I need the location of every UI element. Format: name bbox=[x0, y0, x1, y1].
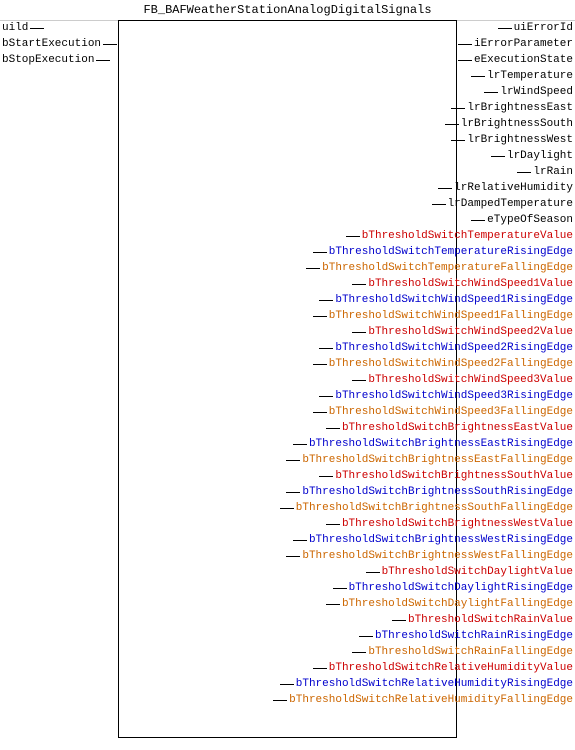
left-signals: uild bStartExecution bStopExecution bbox=[0, 20, 117, 68]
signal-bThresholdSwitchTemperatureRisingEdge: bThresholdSwitchTemperatureRisingEdge bbox=[313, 244, 575, 260]
signal-bThresholdSwitchWindSpeed1FallingEdge: bThresholdSwitchWindSpeed1FallingEdge bbox=[313, 308, 575, 324]
signal-label-uild: uild bbox=[2, 22, 28, 34]
signal-label-bStartExecution: bStartExecution bbox=[2, 38, 101, 50]
signal-lrTemperature: lrTemperature bbox=[471, 68, 575, 84]
signal-bThresholdSwitchRainValue: bThresholdSwitchRainValue bbox=[392, 612, 575, 628]
signal-eTypeOfSeason: eTypeOfSeason bbox=[471, 212, 575, 228]
signal-uild: uild bbox=[0, 20, 117, 36]
signal-bThresholdSwitchBrightnessEastFallingEdge: bThresholdSwitchBrightnessEastFallingEdg… bbox=[286, 452, 575, 468]
signal-bThresholdSwitchWindSpeed2Value: bThresholdSwitchWindSpeed2Value bbox=[352, 324, 575, 340]
right-signals: uiErrorId iErrorParameter eExecutionStat… bbox=[273, 20, 575, 708]
signal-bStopExecution: bStopExecution bbox=[0, 52, 117, 68]
signal-lrBrightnessWest: lrBrightnessWest bbox=[451, 132, 575, 148]
signal-uiErrorId: uiErrorId bbox=[498, 20, 575, 36]
signal-eExecutionState: eExecutionState bbox=[458, 52, 575, 68]
signal-bThresholdSwitchRainRisingEdge: bThresholdSwitchRainRisingEdge bbox=[359, 628, 575, 644]
signal-bThresholdSwitchWindSpeed1Value: bThresholdSwitchWindSpeed1Value bbox=[352, 276, 575, 292]
signal-bThresholdSwitchBrightnessWestValue: bThresholdSwitchBrightnessWestValue bbox=[326, 516, 575, 532]
signal-bThresholdSwitchRelativeHumidityValue: bThresholdSwitchRelativeHumidityValue bbox=[313, 660, 575, 676]
title-text: FB_BAFWeatherStationAnalogDigitalSignals bbox=[143, 3, 431, 17]
signal-bThresholdSwitchBrightnessSouthValue: bThresholdSwitchBrightnessSouthValue bbox=[319, 468, 575, 484]
signal-bThresholdSwitchWindSpeed3FallingEdge: bThresholdSwitchWindSpeed3FallingEdge bbox=[313, 404, 575, 420]
signal-lrRelativeHumidity: lrRelativeHumidity bbox=[438, 180, 575, 196]
signal-bThresholdSwitchBrightnessWestFallingEdge: bThresholdSwitchBrightnessWestFallingEdg… bbox=[286, 548, 575, 564]
signal-bThresholdSwitchDaylightRisingEdge: bThresholdSwitchDaylightRisingEdge bbox=[333, 580, 575, 596]
signal-bThresholdSwitchRainFallingEdge: bThresholdSwitchRainFallingEdge bbox=[352, 644, 575, 660]
signal-lrBrightnessEast: lrBrightnessEast bbox=[451, 100, 575, 116]
signal-label-bStopExecution: bStopExecution bbox=[2, 54, 94, 66]
signal-lrBrightnessSouth: lrBrightnessSouth bbox=[445, 116, 575, 132]
signal-bThresholdSwitchBrightnessEastValue: bThresholdSwitchBrightnessEastValue bbox=[326, 420, 575, 436]
tick-bStartExecution bbox=[103, 44, 117, 45]
signal-bThresholdSwitchDaylightFallingEdge: bThresholdSwitchDaylightFallingEdge bbox=[326, 596, 575, 612]
signal-bThresholdSwitchBrightnessSouthFallingEdge: bThresholdSwitchBrightnessSouthFallingEd… bbox=[280, 500, 575, 516]
signal-bThresholdSwitchWindSpeed2RisingEdge: bThresholdSwitchWindSpeed2RisingEdge bbox=[319, 340, 575, 356]
signal-iErrorParameter: iErrorParameter bbox=[458, 36, 575, 52]
signal-lrRain: lrRain bbox=[517, 164, 575, 180]
signal-lrWindSpeed: lrWindSpeed bbox=[484, 84, 575, 100]
signal-bThresholdSwitchRelativeHumidityFallingEdge: bThresholdSwitchRelativeHumidityFallingE… bbox=[273, 692, 575, 708]
signal-lrDampedTemperature: lrDampedTemperature bbox=[432, 196, 575, 212]
tick-bStopExecution bbox=[96, 60, 110, 61]
block-title: FB_BAFWeatherStationAnalogDigitalSignals bbox=[0, 0, 575, 21]
main-wrapper: FB_BAFWeatherStationAnalogDigitalSignals… bbox=[0, 0, 575, 740]
signal-bThresholdSwitchWindSpeed2FallingEdge: bThresholdSwitchWindSpeed2FallingEdge bbox=[313, 356, 575, 372]
signal-bThresholdSwitchTemperatureValue: bThresholdSwitchTemperatureValue bbox=[346, 228, 575, 244]
signal-lrDaylight: lrDaylight bbox=[491, 148, 575, 164]
signal-bThresholdSwitchWindSpeed3Value: bThresholdSwitchWindSpeed3Value bbox=[352, 372, 575, 388]
signal-bThresholdSwitchTemperatureFallingEdge: bThresholdSwitchTemperatureFallingEdge bbox=[306, 260, 575, 276]
signal-bThresholdSwitchWindSpeed3RisingEdge: bThresholdSwitchWindSpeed3RisingEdge bbox=[319, 388, 575, 404]
signal-bThresholdSwitchRelativeHumidityRisingEdge: bThresholdSwitchRelativeHumidityRisingEd… bbox=[280, 676, 575, 692]
signal-bThresholdSwitchWindSpeed1RisingEdge: bThresholdSwitchWindSpeed1RisingEdge bbox=[319, 292, 575, 308]
signal-bThresholdSwitchBrightnessEastRisingEdge: bThresholdSwitchBrightnessEastRisingEdge bbox=[293, 436, 575, 452]
tick-uild bbox=[30, 28, 44, 29]
signal-bThresholdSwitchDaylightValue: bThresholdSwitchDaylightValue bbox=[366, 564, 575, 580]
signal-bThresholdSwitchBrightnessSouthRisingEdge: bThresholdSwitchBrightnessSouthRisingEdg… bbox=[286, 484, 575, 500]
signal-bStartExecution: bStartExecution bbox=[0, 36, 117, 52]
signal-bThresholdSwitchBrightnessWestRisingEdge: bThresholdSwitchBrightnessWestRisingEdge bbox=[293, 532, 575, 548]
